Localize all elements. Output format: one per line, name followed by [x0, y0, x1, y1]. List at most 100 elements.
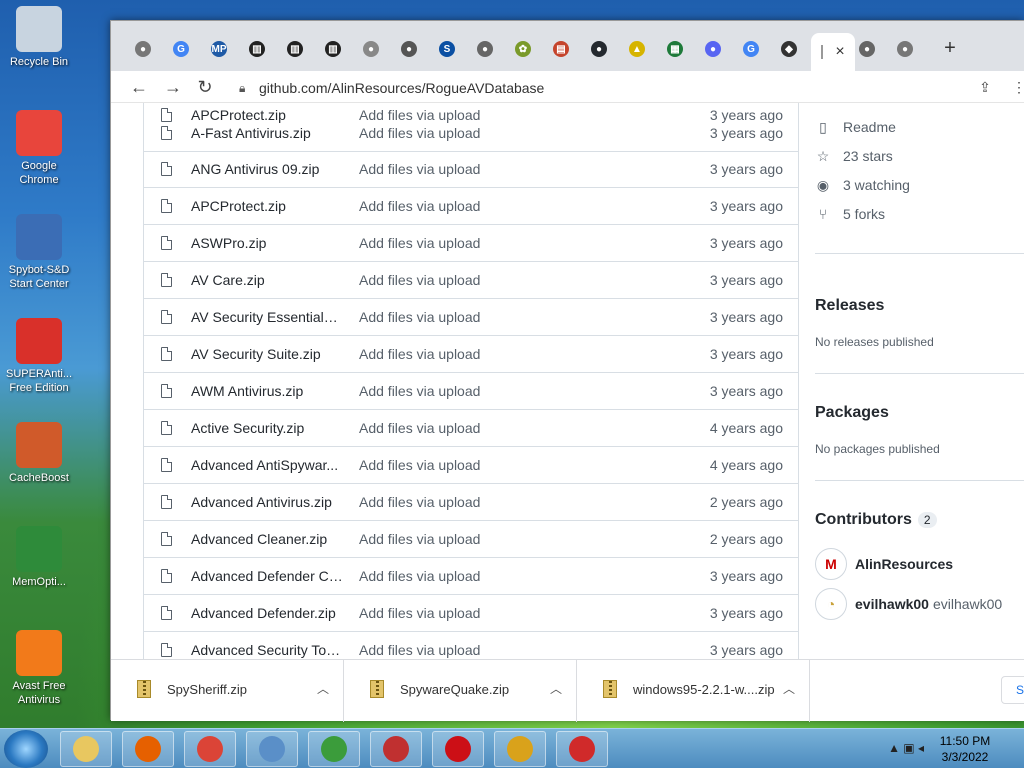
tab[interactable]: ▲ [623, 37, 651, 61]
commit-message-link[interactable]: Add files via upload [359, 309, 480, 325]
desktop-icon[interactable]: SUPERAnti... Free Edition [2, 318, 76, 395]
tab[interactable]: ▥ [281, 37, 309, 61]
reload-icon[interactable]: ↻ [193, 75, 217, 99]
tab[interactable]: ● [585, 37, 613, 61]
taskbar-button[interactable] [494, 731, 546, 767]
taskbar-button[interactable] [246, 731, 298, 767]
commit-message-link[interactable]: Add files via upload [359, 161, 480, 177]
new-tab-button[interactable]: + [937, 37, 963, 61]
avatar[interactable]: ◔ [815, 588, 847, 620]
commit-message-link[interactable]: Add files via upload [359, 346, 480, 362]
tab[interactable]: ▦ [661, 37, 689, 61]
taskbar-button[interactable] [370, 731, 422, 767]
contributors-title[interactable]: Contributors 2 [815, 511, 937, 529]
avatar[interactable]: M [815, 548, 847, 580]
taskbar-button[interactable] [122, 731, 174, 767]
commit-message-link[interactable]: Add files via upload [359, 605, 480, 621]
tab-active[interactable]: × [811, 33, 855, 71]
back-arrow-icon[interactable]: ← [127, 75, 151, 99]
file-name-link[interactable]: AV Care.zip [191, 272, 343, 288]
desktop-icon[interactable]: CacheBoost [2, 422, 76, 485]
file-name-link[interactable]: Advanced Defender Cr... [191, 568, 343, 584]
contributor[interactable]: M AlinResources [815, 548, 957, 580]
tab[interactable]: G [737, 37, 765, 61]
tab[interactable]: ● [395, 37, 423, 61]
watching-link[interactable]: ◉ 3 watching [815, 175, 910, 195]
address-bar[interactable]: 🔒︎ github.com/AlinResources/RogueAVDatab… [231, 76, 991, 100]
tab[interactable]: ▥ [243, 37, 271, 61]
desktop-icon[interactable]: Recycle Bin [2, 6, 76, 69]
commit-message-link[interactable]: Add files via upload [359, 198, 480, 214]
download-item[interactable]: windows95-2.2.1-w....zip ︿ [577, 660, 810, 722]
desktop-icon[interactable]: MemOpti... [2, 526, 76, 589]
file-name-link[interactable]: AV Security Essentials.... [191, 309, 343, 325]
commit-message-link[interactable]: Add files via upload [359, 494, 480, 510]
tab[interactable]: ✿ [509, 37, 537, 61]
packages-title[interactable]: Packages [815, 404, 889, 422]
file-name-link[interactable]: APCProtect.zip [191, 198, 343, 214]
file-name-link[interactable]: A-Fast Antivirus.zip [191, 125, 343, 141]
commit-message-link[interactable]: Add files via upload [359, 531, 480, 547]
file-name-link[interactable]: Advanced Antivirus.zip [191, 494, 343, 510]
file-name-link[interactable]: Advanced Defender.zip [191, 605, 343, 621]
taskbar-button[interactable] [556, 731, 608, 767]
download-item[interactable]: SpySheriff.zip ︿ [111, 660, 344, 722]
commit-message-link[interactable]: Add files via upload [359, 642, 480, 658]
tab[interactable]: ● [699, 37, 727, 61]
tab[interactable]: ◆ [775, 37, 803, 61]
tab[interactable]: ● [853, 37, 881, 61]
file-name-link[interactable]: AV Security Suite.zip [191, 346, 343, 362]
show-all-button[interactable]: Sh [1001, 676, 1024, 704]
file-name-link[interactable]: Advanced Cleaner.zip [191, 531, 343, 547]
tray-arrow-icon[interactable]: ▲ ▣ ◂ [888, 741, 924, 755]
commit-message-link[interactable]: Add files via upload [359, 235, 480, 251]
desktop-icon[interactable]: Avast Free Antivirus [2, 630, 76, 707]
commit-message-link[interactable]: Add files via upload [359, 568, 480, 584]
tab[interactable]: ● [891, 37, 919, 61]
taskbar-button[interactable] [60, 731, 112, 767]
contributor[interactable]: ◔ evilhawk00 evilhawk00 [815, 588, 1002, 620]
tab[interactable]: G [167, 37, 195, 61]
start-button[interactable] [4, 730, 48, 768]
file-name-link[interactable]: Active Security.zip [191, 420, 343, 436]
chevron-up-icon[interactable]: ︿ [550, 680, 562, 697]
tab[interactable]: MP [205, 37, 233, 61]
commit-message-link[interactable]: Add files via upload [359, 420, 480, 436]
tab[interactable]: ● [471, 37, 499, 61]
releases-title[interactable]: Releases [815, 297, 884, 315]
stars-link[interactable]: ☆ 23 stars [815, 146, 893, 166]
desktop-icon[interactable]: Google Chrome [2, 110, 76, 187]
desktop-icon[interactable]: Spybot-S&D Start Center [2, 214, 76, 291]
file-name-link[interactable]: ASWPro.zip [191, 235, 343, 251]
commit-message-link[interactable]: Add files via upload [359, 457, 480, 473]
taskbar-button[interactable] [184, 731, 236, 767]
forward-arrow-icon[interactable]: → [161, 75, 185, 99]
tab[interactable]: ▥ [319, 37, 347, 61]
spreadsheet-icon: ▦ [667, 41, 683, 57]
taskbar-button[interactable] [432, 731, 484, 767]
download-item[interactable]: SpywareQuake.zip ︿ [344, 660, 577, 722]
menu-icon[interactable]: ⋮ [1007, 75, 1024, 99]
close-tab-icon[interactable]: × [835, 43, 844, 61]
chevron-up-icon[interactable]: ︿ [783, 680, 795, 697]
tab[interactable]: S [433, 37, 461, 61]
contributor-name[interactable]: AlinResources [855, 556, 953, 572]
file-name-link[interactable]: AWM Antivirus.zip [191, 383, 343, 399]
chevron-up-icon[interactable]: ︿ [317, 680, 329, 697]
commit-age: 3 years ago [709, 568, 783, 584]
tab[interactable]: ● [129, 37, 157, 61]
file-name-link[interactable]: Advanced Security Too... [191, 642, 343, 658]
contributor-name[interactable]: evilhawk00 [855, 596, 929, 612]
taskbar-button[interactable] [308, 731, 360, 767]
share-icon[interactable]: ⇪ [973, 75, 997, 99]
file-name-link[interactable]: ANG Antivirus 09.zip [191, 161, 343, 177]
clock[interactable]: 11:50 PM 3/3/2022 [930, 733, 1000, 765]
commit-message-link[interactable]: Add files via upload [359, 272, 480, 288]
commit-message-link[interactable]: Add files via upload [359, 383, 480, 399]
readme-link[interactable]: ▯ Readme [815, 117, 896, 137]
tab[interactable]: ● [357, 37, 385, 61]
tab[interactable]: ▤ [547, 37, 575, 61]
file-name-link[interactable]: Advanced AntiSpywar... [191, 457, 343, 473]
forks-link[interactable]: ⑂ 5 forks [815, 204, 885, 224]
commit-message-link[interactable]: Add files via upload [359, 125, 480, 141]
